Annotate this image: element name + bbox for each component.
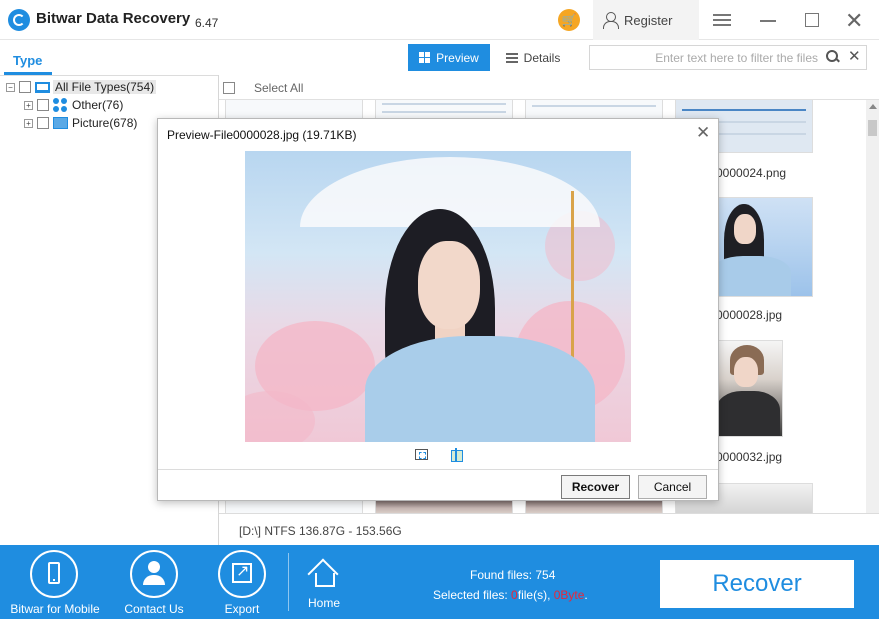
export-icon — [218, 550, 266, 598]
file-thumbnail[interactable] — [711, 340, 783, 437]
search-icon[interactable] — [826, 50, 840, 64]
expand-icon[interactable]: + — [24, 100, 33, 110]
scroll-up-icon[interactable] — [869, 104, 877, 109]
tree-item-other[interactable]: + Other(76) — [24, 97, 123, 113]
filter-input[interactable] — [598, 49, 818, 67]
tree-label: All File Types(754) — [53, 80, 157, 94]
tree-item-all[interactable]: − All File Types(754) — [6, 79, 157, 95]
contact-icon — [130, 550, 178, 598]
tree-checkbox[interactable] — [37, 117, 49, 129]
found-files-text: Found files: 754 — [470, 568, 556, 582]
app-title: Bitwar Data Recovery — [36, 10, 191, 27]
actual-size-icon[interactable] — [449, 448, 463, 462]
dialog-title: Preview-File0000028.jpg (19.71KB) — [167, 128, 357, 142]
details-label: Details — [523, 50, 561, 65]
preview-dialog: Preview-File0000028.jpg (19.71KB) ✕ Reco… — [157, 118, 719, 501]
vertical-scrollbar[interactable] — [866, 100, 879, 513]
tree-label: Other(76) — [72, 98, 124, 112]
file-thumbnail[interactable] — [225, 100, 363, 120]
path-bar: [D:\] NTFS 136.87G - 153.56G — [219, 513, 879, 545]
collapse-icon[interactable]: − — [6, 82, 15, 92]
grid-icon — [419, 52, 431, 63]
fit-to-window-icon[interactable] — [415, 449, 428, 460]
other-files-icon — [53, 97, 68, 113]
minimize-button[interactable] — [760, 20, 776, 22]
dialog-close-icon[interactable]: ✕ — [696, 123, 710, 143]
clear-icon[interactable]: ✕ — [848, 47, 861, 65]
list-icon — [505, 52, 518, 63]
select-all-bar: Select All — [219, 76, 879, 100]
picture-icon — [53, 117, 68, 129]
app-logo-icon — [8, 9, 30, 31]
recover-button[interactable]: Recover — [660, 560, 854, 608]
found-count: 754 — [535, 568, 556, 582]
tree-checkbox[interactable] — [19, 81, 31, 93]
file-thumbnail[interactable] — [525, 100, 663, 120]
drive-info: [D:\] NTFS 136.87G - 153.56G — [239, 524, 402, 538]
maximize-button[interactable] — [805, 13, 819, 27]
menu-icon[interactable] — [713, 14, 731, 26]
file-name: 0000032.jpg — [716, 450, 783, 464]
selected-size: 0Byte — [553, 588, 585, 602]
file-thumbnail[interactable] — [705, 197, 813, 297]
expand-icon[interactable]: + — [24, 118, 33, 128]
dialog-cancel-button[interactable]: Cancel — [638, 475, 707, 499]
file-thumbnail[interactable] — [375, 100, 513, 120]
user-icon — [603, 12, 619, 29]
close-window-button[interactable]: ✕ — [845, 8, 863, 34]
tree-item-picture[interactable]: + Picture(678) — [24, 115, 137, 131]
bottom-item-label: Home — [307, 596, 340, 610]
mobile-phone-icon — [30, 550, 78, 598]
details-view-button[interactable]: Details — [498, 44, 568, 71]
register-label: Register — [624, 13, 673, 28]
select-all-checkbox[interactable] — [223, 82, 235, 94]
preview-image — [245, 151, 631, 442]
register-button[interactable]: Register — [593, 0, 699, 40]
app-version: 6.47 — [195, 16, 219, 30]
title-bar: Bitwar Data Recovery 6.47 🛒 Register ✕ — [0, 0, 879, 40]
tree-label: Picture(678) — [72, 116, 138, 130]
selected-count: 0 — [511, 588, 518, 602]
home-icon — [309, 561, 337, 589]
select-all-label: Select All — [254, 81, 304, 95]
scroll-thumb[interactable] — [868, 120, 877, 136]
tab-type[interactable]: Type — [13, 53, 42, 68]
file-name: 0000028.jpg — [716, 308, 783, 322]
dialog-recover-button[interactable]: Recover — [561, 475, 630, 499]
file-thumbnail[interactable] — [225, 500, 363, 513]
home-button[interactable]: Home — [290, 545, 360, 619]
dialog-footer-divider — [158, 469, 718, 470]
computer-icon — [35, 81, 50, 93]
bottom-bar: Bitwar for Mobile Contact Us Export Home… — [0, 545, 879, 619]
selected-files-text: Selected files: 0file(s), 0Byte. — [433, 588, 588, 602]
tree-checkbox[interactable] — [37, 99, 49, 111]
cart-icon[interactable]: 🛒 — [558, 9, 580, 31]
preview-view-button[interactable]: Preview — [408, 44, 490, 71]
filter-box: ✕ — [589, 45, 867, 70]
preview-label: Preview — [436, 50, 479, 65]
file-name: 0000024.png — [716, 166, 787, 180]
left-divider — [0, 75, 218, 76]
